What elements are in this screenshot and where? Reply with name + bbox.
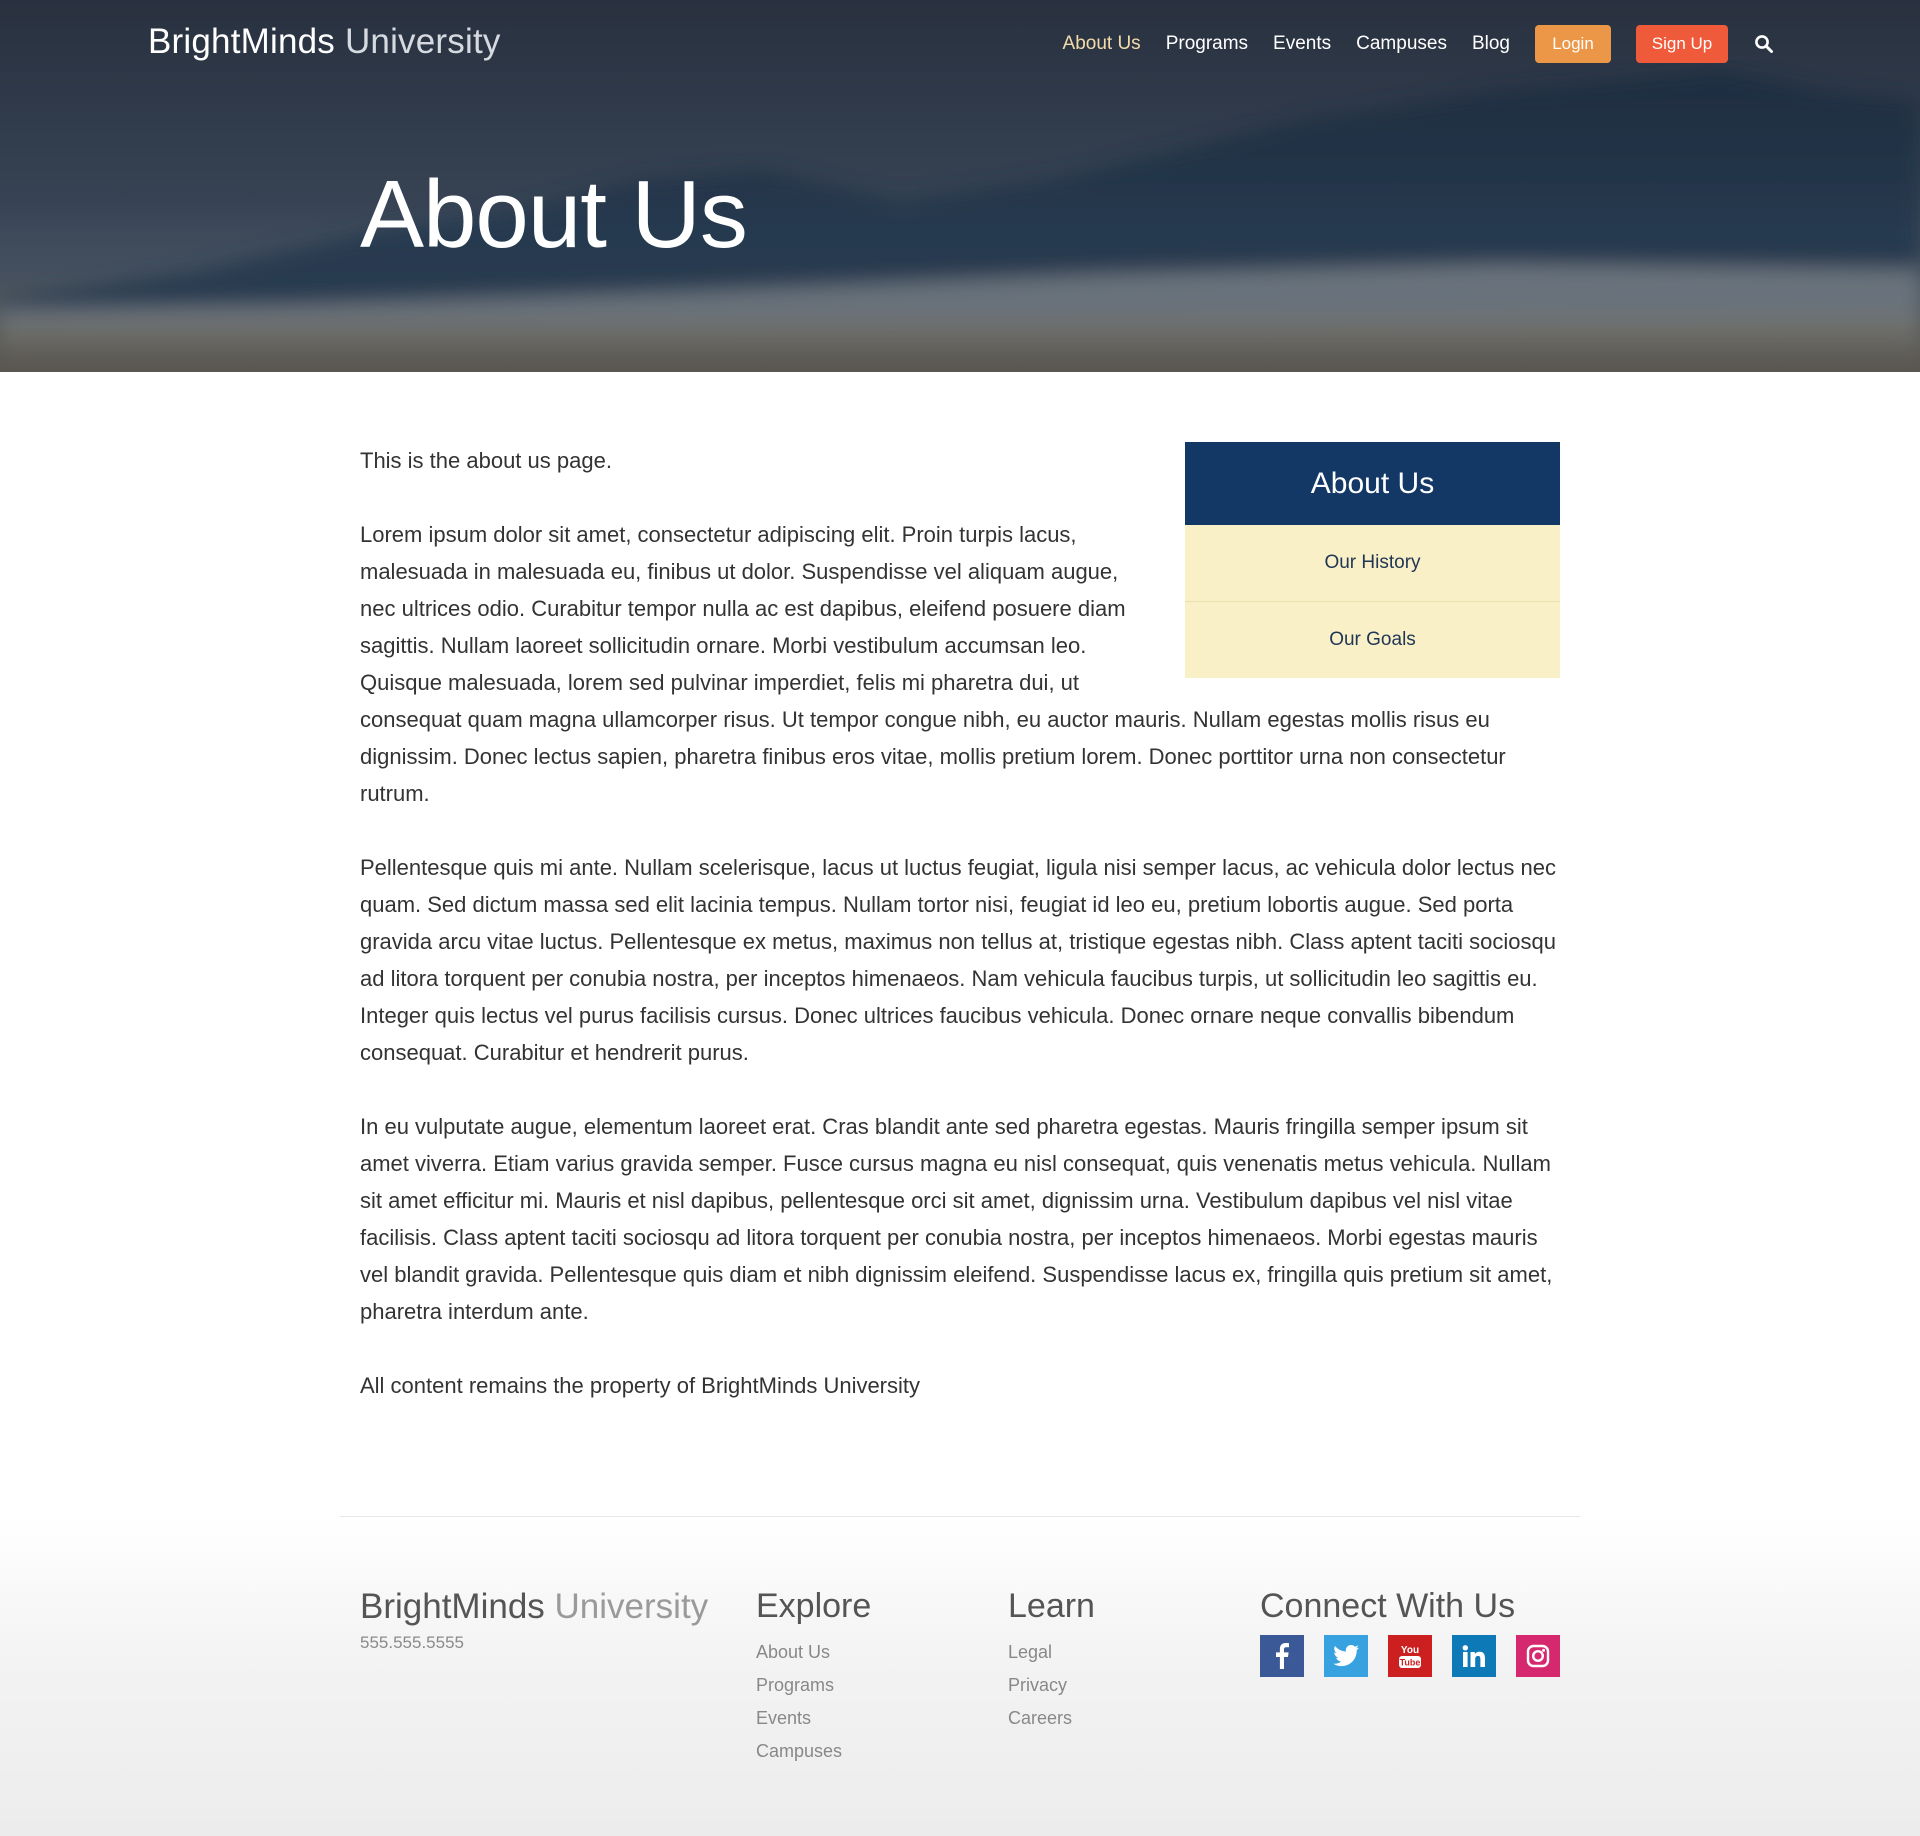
nav-link-events[interactable]: Events [1273, 33, 1331, 55]
footer-brand-light: University [554, 1587, 709, 1626]
footer-link-careers[interactable]: Careers [1008, 1702, 1095, 1735]
footer-connect-column: Connect With Us You Tube [1260, 1587, 1560, 1677]
footer-link-legal[interactable]: Legal [1008, 1636, 1095, 1669]
login-button[interactable]: Login [1535, 25, 1611, 63]
footer-brand-bold: BrightMinds [360, 1587, 545, 1626]
footer-connect-heading: Connect With Us [1260, 1587, 1516, 1625]
hero-banner: BrightMinds University About Us Programs… [0, 0, 1920, 372]
sidebar-title: About Us [1185, 442, 1560, 525]
sidebar-item-our-goals[interactable]: Our Goals [1185, 601, 1560, 678]
brand-name-light: University [344, 22, 501, 61]
footer-link-programs[interactable]: Programs [756, 1669, 871, 1702]
nav-link-about-us[interactable]: About Us [1063, 33, 1141, 55]
facebook-icon[interactable] [1260, 1635, 1304, 1677]
nav-link-blog[interactable]: Blog [1472, 33, 1510, 55]
brand-logo[interactable]: BrightMinds University [148, 22, 501, 62]
footer-link-events[interactable]: Events [756, 1702, 871, 1735]
footer-explore-heading: Explore [756, 1587, 872, 1625]
body-paragraph: Pellentesque quis mi ante. Nullam sceler… [360, 855, 1556, 1065]
nav-link-programs[interactable]: Programs [1166, 33, 1248, 55]
copyright-note: All content remains the property of Brig… [360, 1373, 921, 1398]
footer-learn-column: Learn Legal Privacy Careers [1008, 1587, 1095, 1735]
sign-up-button[interactable]: Sign Up [1636, 25, 1728, 63]
footer-link-privacy[interactable]: Privacy [1008, 1669, 1095, 1702]
brand-name-bold: BrightMinds [148, 22, 335, 61]
footer-phone: 555.555.5555 [360, 1633, 464, 1652]
svg-text:You: You [1401, 1645, 1419, 1656]
linkedin-icon[interactable] [1452, 1635, 1496, 1677]
instagram-icon[interactable] [1516, 1635, 1560, 1677]
social-links: You Tube [1260, 1635, 1560, 1677]
top-navigation-bar: BrightMinds University About Us Programs… [0, 0, 1920, 90]
svg-text:Tube: Tube [1400, 1658, 1421, 1668]
sidebar-nav: About Us Our History Our Goals [1185, 442, 1560, 678]
footer-brand[interactable]: BrightMinds University [360, 1587, 708, 1627]
main-nav: About Us Programs Events Campuses Blog L… [1063, 24, 1774, 64]
footer-link-about-us[interactable]: About Us [756, 1636, 871, 1669]
nav-link-campuses[interactable]: Campuses [1356, 33, 1447, 55]
page-title: About Us [360, 161, 748, 268]
body-paragraph: In eu vulputate augue, elementum laoreet… [360, 1114, 1553, 1324]
youtube-icon[interactable]: You Tube [1388, 1635, 1432, 1677]
footer: BrightMinds University 555.555.5555 Expl… [0, 1517, 1920, 1836]
main-content: About Us Our History Our Goals This is t… [360, 372, 1560, 1404]
twitter-icon[interactable] [1324, 1635, 1368, 1677]
footer-link-campuses[interactable]: Campuses [756, 1735, 871, 1768]
footer-explore-column: Explore About Us Programs Events Campuse… [756, 1587, 871, 1768]
sidebar-item-our-history[interactable]: Our History [1185, 525, 1560, 601]
search-icon[interactable] [1754, 34, 1774, 54]
footer-learn-heading: Learn [1008, 1587, 1095, 1625]
